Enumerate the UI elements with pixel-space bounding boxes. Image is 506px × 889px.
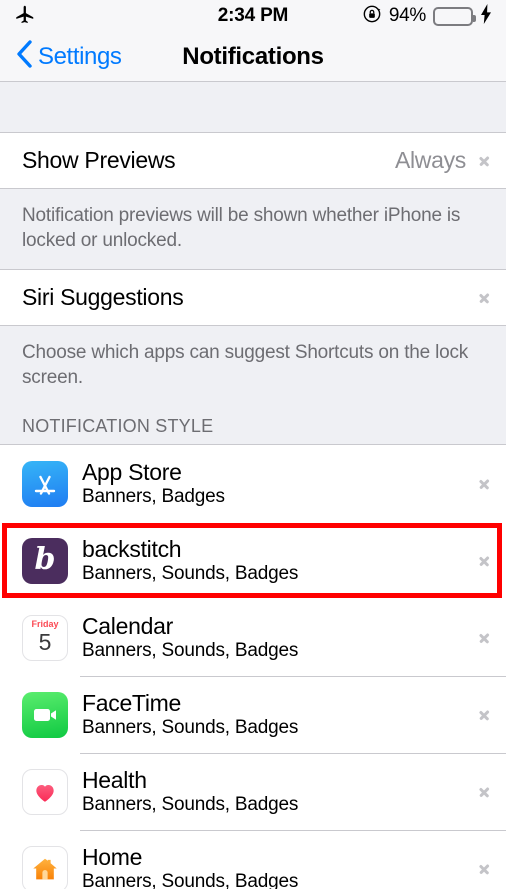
chevron-right-icon	[479, 151, 490, 170]
battery-icon	[433, 6, 476, 26]
app-name: Health	[82, 767, 147, 794]
app-alert-styles: Banners, Sounds, Badges	[82, 794, 299, 816]
app-row-health[interactable]: Health Banners, Sounds, Badges	[0, 753, 506, 831]
row-show-previews-label: Show Previews	[22, 147, 176, 173]
row-show-previews-value: Always	[394, 147, 466, 173]
app-row-text: Calendar Banners, Sounds, Badges	[82, 614, 298, 661]
app-name: Calendar	[82, 613, 173, 640]
facetime-icon	[22, 691, 68, 738]
notification-style-header: NOTIFICATION STYLE	[0, 406, 506, 445]
status-bar: 2:34 PM 94%	[0, 0, 506, 32]
app-row-text: Health Banners, Sounds, Badges	[82, 768, 298, 815]
notification-style-app-list: App Store Banners, Badges b backstitch B…	[0, 444, 506, 889]
chevron-right-icon	[479, 474, 490, 493]
show-previews-group: Show Previews Always	[0, 133, 506, 189]
chevron-right-icon	[479, 551, 490, 570]
chevron-left-icon	[14, 39, 34, 74]
calendar-icon: Friday 5	[22, 614, 68, 661]
calendar-date: 5	[38, 629, 52, 656]
app-row-text: App Store Banners, Badges	[82, 460, 225, 507]
app-alert-styles: Banners, Sounds, Badges	[82, 717, 299, 739]
app-store-icon	[22, 460, 68, 507]
app-name: FaceTime	[82, 690, 181, 717]
health-icon	[22, 768, 68, 815]
app-name: Home	[82, 844, 143, 871]
backstitch-icon: b	[22, 537, 68, 584]
top-spacer	[0, 82, 506, 133]
status-bar-right: 94%	[362, 3, 492, 29]
calendar-weekday: Friday	[31, 619, 59, 630]
row-siri-suggestions[interactable]: Siri Suggestions	[0, 270, 506, 326]
show-previews-footer: Notification previews will be shown whet…	[0, 189, 506, 270]
chevron-right-icon	[479, 628, 490, 647]
chevron-right-icon	[479, 782, 490, 801]
app-row-app-store[interactable]: App Store Banners, Badges	[0, 445, 506, 523]
chevron-right-icon	[479, 705, 490, 724]
home-icon	[22, 845, 68, 889]
chevron-right-icon	[479, 288, 490, 307]
row-show-previews[interactable]: Show Previews Always	[0, 133, 506, 188]
siri-suggestions-group: Siri Suggestions	[0, 269, 506, 327]
row-siri-suggestions-label: Siri Suggestions	[22, 284, 184, 311]
app-row-backstitch[interactable]: b backstitch Banners, Sounds, Badges	[0, 522, 506, 600]
iphone-screen: 2:34 PM 94% Settings Notifications Show …	[0, 0, 506, 889]
app-row-home[interactable]: Home Banners, Sounds, Badges	[0, 830, 506, 889]
app-name: backstitch	[82, 536, 182, 563]
app-alert-styles: Banners, Sounds, Badges	[82, 640, 299, 662]
chevron-right-icon	[479, 859, 490, 878]
app-alert-styles: Banners, Badges	[82, 486, 225, 508]
rotation-lock-icon	[362, 4, 382, 29]
back-button[interactable]: Settings	[14, 39, 122, 74]
siri-suggestions-footer: Choose which apps can suggest Shortcuts …	[0, 326, 506, 407]
app-row-text: Home Banners, Sounds, Badges	[82, 845, 298, 889]
battery-percent-label: 94%	[388, 5, 426, 26]
app-name: App Store	[82, 459, 182, 486]
app-row-facetime[interactable]: FaceTime Banners, Sounds, Badges	[0, 676, 506, 754]
app-alert-styles: Banners, Sounds, Badges	[82, 871, 299, 889]
navigation-bar: Settings Notifications	[0, 32, 506, 82]
app-alert-styles: Banners, Sounds, Badges	[82, 563, 299, 585]
backstitch-logo-letter: b	[34, 541, 56, 577]
app-row-calendar[interactable]: Friday 5 Calendar Banners, Sounds, Badge…	[0, 599, 506, 677]
lightning-bolt-icon	[480, 3, 492, 29]
app-row-text: FaceTime Banners, Sounds, Badges	[82, 691, 298, 738]
back-button-label: Settings	[38, 42, 122, 70]
app-row-text: backstitch Banners, Sounds, Badges	[82, 537, 298, 584]
